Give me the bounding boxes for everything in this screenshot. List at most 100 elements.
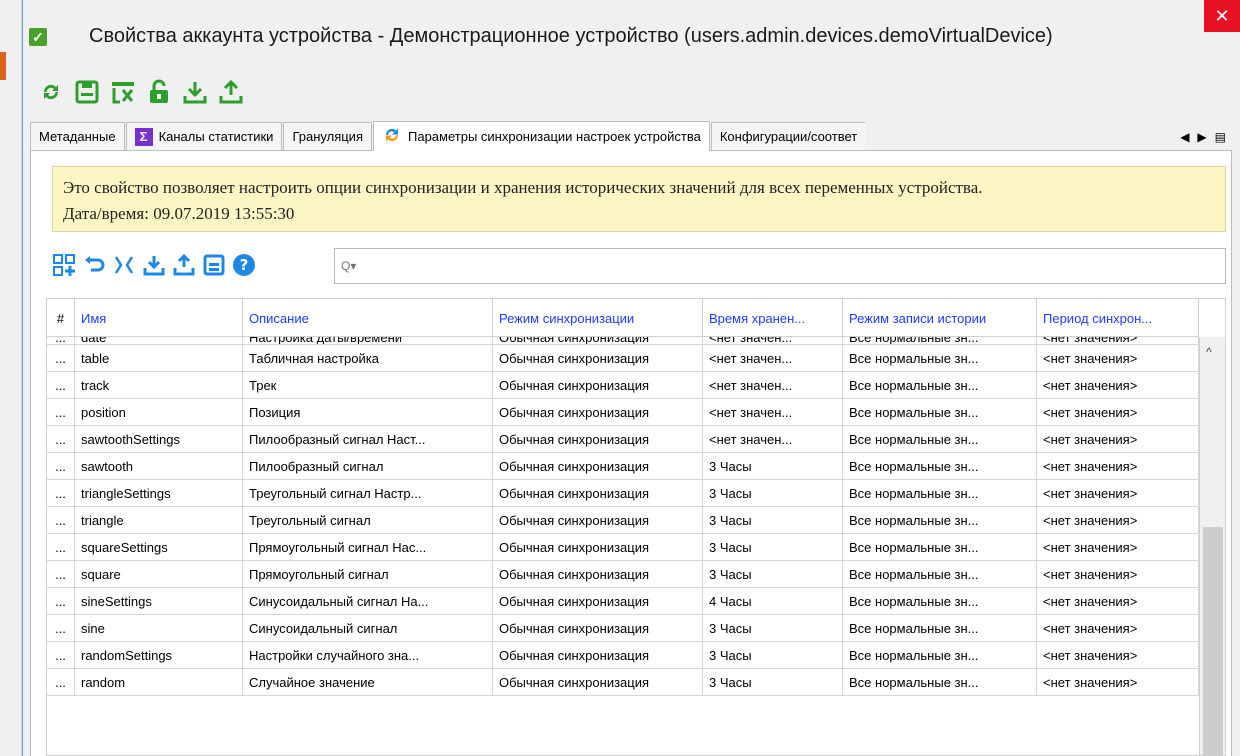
row-description: Позиция bbox=[243, 399, 493, 425]
sigma-icon: Σ bbox=[134, 127, 153, 146]
row-history-mode: Все нормальные зн... bbox=[843, 534, 1037, 560]
row-name: randomSettings bbox=[75, 642, 243, 668]
row-sync-mode: Обычная синхронизация bbox=[493, 588, 703, 614]
column-header-sync-mode[interactable]: Режим синхронизации bbox=[493, 299, 703, 337]
row-storage-time: 3 Часы bbox=[703, 642, 843, 668]
row-sync-period: <нет значения> bbox=[1037, 372, 1199, 398]
undo-icon[interactable] bbox=[82, 253, 106, 277]
row-action[interactable]: ... bbox=[47, 345, 75, 371]
column-header-history-mode[interactable]: Режим записи истории bbox=[843, 299, 1037, 337]
add-row-icon[interactable] bbox=[52, 253, 76, 277]
row-sync-mode: Обычная синхронизация bbox=[493, 669, 703, 695]
table-row[interactable]: ... randomSettings Настройки случайного зн… bbox=[47, 642, 1199, 669]
tab-sync-settings[interactable]: Параметры синхронизации настроек устройс… bbox=[373, 121, 710, 151]
row-action[interactable]: ... bbox=[47, 507, 75, 533]
row-description: Треугольный сигнал Настр... bbox=[243, 480, 493, 506]
import-table-icon[interactable] bbox=[142, 253, 166, 277]
table-toolbar: ? bbox=[52, 248, 256, 282]
row-description: Случайное значение bbox=[243, 669, 493, 695]
table-row[interactable]: ... square Прямоугольный сигнал Обычная син… bbox=[47, 561, 1199, 588]
row-history-mode: Все нормальные зн... bbox=[843, 669, 1037, 695]
app-check-icon: ✓ bbox=[29, 28, 47, 46]
row-name: random bbox=[75, 669, 243, 695]
tab-label: Метаданные bbox=[39, 129, 116, 144]
close-button[interactable]: ✕ bbox=[1204, 0, 1240, 32]
tab-label: Конфигурации/соответ bbox=[719, 129, 858, 144]
scroll-up-icon[interactable]: ^ bbox=[1206, 345, 1212, 359]
table-row[interactable]: ... triangle Треугольный сигнал Обычная син… bbox=[47, 507, 1199, 534]
scrollbar-thumb[interactable] bbox=[1203, 527, 1223, 755]
unlock-icon[interactable] bbox=[143, 76, 175, 108]
row-action[interactable]: ... bbox=[47, 372, 75, 398]
row-sync-period: <нет значения> bbox=[1037, 561, 1199, 587]
row-action[interactable]: ... bbox=[47, 337, 75, 344]
row-history-mode: Все нормальные зн... bbox=[843, 561, 1037, 587]
column-header-sync-period[interactable]: Период синхрон... bbox=[1037, 299, 1199, 337]
main-toolbar bbox=[35, 76, 247, 108]
tab-prev-icon[interactable]: ◀ bbox=[1180, 130, 1189, 144]
row-description: Трек bbox=[243, 372, 493, 398]
row-action[interactable]: ... bbox=[47, 453, 75, 479]
tab-statistics-channels[interactable]: Σ Каналы статистики bbox=[125, 122, 283, 150]
row-sync-period: <нет значения> bbox=[1037, 399, 1199, 425]
table-row[interactable]: ... random Случайное значение Обычная синхр… bbox=[47, 669, 1199, 696]
row-name: triangle bbox=[75, 507, 243, 533]
column-header-index[interactable]: # bbox=[47, 299, 75, 337]
row-sync-period: <нет значения> bbox=[1037, 345, 1199, 371]
row-sync-period: <нет значения> bbox=[1037, 453, 1199, 479]
collapse-expand-icon[interactable] bbox=[112, 253, 136, 277]
help-icon[interactable]: ? bbox=[232, 253, 256, 277]
row-history-mode: Все нормальные зн... bbox=[843, 426, 1037, 452]
save-table-icon[interactable] bbox=[202, 253, 226, 277]
column-header-name[interactable]: Имя bbox=[75, 299, 243, 337]
row-sync-period: <нет значения> bbox=[1037, 426, 1199, 452]
row-sync-period: <нет значения> bbox=[1037, 337, 1199, 344]
vertical-scrollbar[interactable]: ^ bbox=[1199, 337, 1225, 755]
tab-list-menu-icon[interactable]: ▤ bbox=[1215, 130, 1226, 144]
row-action[interactable]: ... bbox=[47, 426, 75, 452]
table-row[interactable]: ... sine Синусоидальный сигнал Обычная синх… bbox=[47, 615, 1199, 642]
clear-cache-icon[interactable] bbox=[107, 76, 139, 108]
table-row[interactable]: ... sineSettings Синусоидальный сигнал На.… bbox=[47, 588, 1199, 615]
row-name: sineSettings bbox=[75, 588, 243, 614]
row-history-mode: Все нормальные зн... bbox=[843, 480, 1037, 506]
sync-icon bbox=[382, 125, 402, 148]
tab-metadata[interactable]: Метаданные bbox=[30, 122, 125, 150]
tab-configurations[interactable]: Конфигурации/соответ bbox=[710, 122, 866, 150]
import-icon[interactable] bbox=[179, 76, 211, 108]
table-row[interactable]: ... squareSettings Прямоугольный сигнал На… bbox=[47, 534, 1199, 561]
tab-next-icon[interactable]: ▶ bbox=[1197, 130, 1206, 144]
table-row[interactable]: ... sawtoothSettings Пилообразный сигнал Н… bbox=[47, 426, 1199, 453]
export-icon[interactable] bbox=[215, 76, 247, 108]
table-body: ...dateНастройка даты/времениОбычная син… bbox=[47, 337, 1199, 696]
tab-granulation[interactable]: Грануляция bbox=[283, 122, 372, 150]
title-bar[interactable]: ✓ Свойства аккаунта устройства - Демонст… bbox=[23, 0, 1240, 72]
row-sync-mode: Обычная синхронизация bbox=[493, 345, 703, 371]
row-action[interactable]: ... bbox=[47, 399, 75, 425]
table-row[interactable]: ...dateНастройка даты/времениОбычная син… bbox=[47, 337, 1199, 345]
row-action[interactable]: ... bbox=[47, 642, 75, 668]
row-sync-period: <нет значения> bbox=[1037, 534, 1199, 560]
table-row[interactable]: ... track Трек Обычная синхронизация <нет зн… bbox=[47, 372, 1199, 399]
row-name: date bbox=[75, 337, 243, 344]
table-row[interactable]: ... position Позиция Обычная синхронизация <… bbox=[47, 399, 1199, 426]
table-search-input[interactable]: Q▾ bbox=[334, 248, 1226, 284]
column-header-storage-time[interactable]: Время хранен... bbox=[703, 299, 843, 337]
row-description: Прямоугольный сигнал Нас... bbox=[243, 534, 493, 560]
row-action[interactable]: ... bbox=[47, 534, 75, 560]
save-icon[interactable] bbox=[71, 76, 103, 108]
row-description: Пилообразный сигнал bbox=[243, 453, 493, 479]
row-name: square bbox=[75, 561, 243, 587]
row-action[interactable]: ... bbox=[47, 669, 75, 695]
row-action[interactable]: ... bbox=[47, 480, 75, 506]
column-header-description[interactable]: Описание bbox=[243, 299, 493, 337]
table-row[interactable]: ... triangleSettings Треугольный сигнал На… bbox=[47, 480, 1199, 507]
row-action[interactable]: ... bbox=[47, 561, 75, 587]
row-action[interactable]: ... bbox=[47, 588, 75, 614]
table-row[interactable]: ... sawtooth Пилообразный сигнал Обычная си… bbox=[47, 453, 1199, 480]
table-row[interactable]: ... table Табличная настройка Обычная синхр… bbox=[47, 345, 1199, 372]
refresh-icon[interactable] bbox=[35, 76, 67, 108]
row-action[interactable]: ... bbox=[47, 615, 75, 641]
export-table-icon[interactable] bbox=[172, 253, 196, 277]
row-history-mode: Все нормальные зн... bbox=[843, 642, 1037, 668]
